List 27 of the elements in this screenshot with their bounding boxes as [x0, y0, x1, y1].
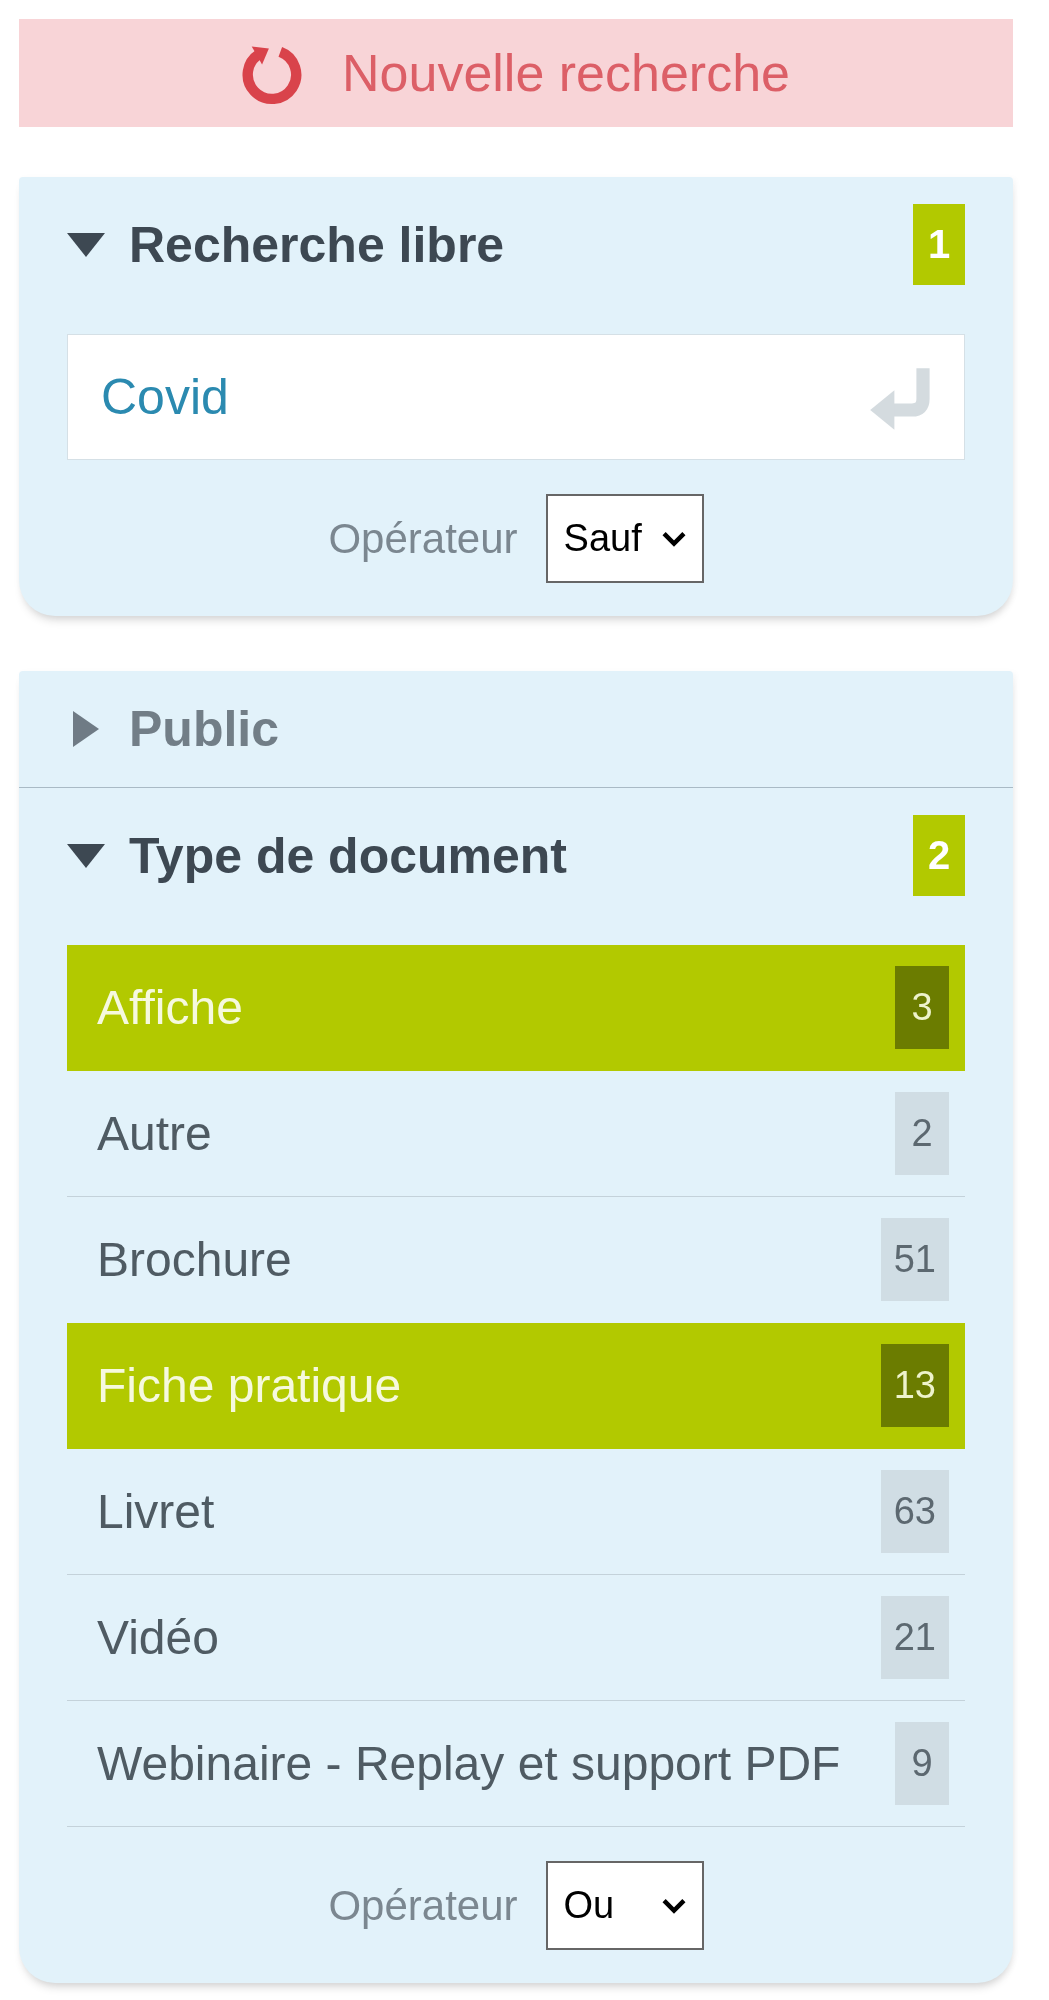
filter-option[interactable]: Livret 63 — [67, 1449, 965, 1575]
triangle-right-icon[interactable] — [73, 711, 99, 747]
count-badge: 2 — [913, 815, 965, 896]
triangle-down-icon[interactable] — [67, 232, 105, 257]
option-count-badge: 9 — [895, 1722, 949, 1805]
section-title[interactable]: Recherche libre — [129, 213, 913, 276]
section-title[interactable]: Public — [129, 698, 965, 760]
operator-select[interactable]: Sauf — [545, 494, 704, 583]
filter-option[interactable]: Fiche pratique 13 — [67, 1323, 965, 1449]
triangle-down-icon[interactable] — [67, 843, 105, 868]
filter-option[interactable]: Webinaire - Replay et support PDF 9 — [67, 1701, 965, 1827]
filter-option[interactable]: Vidéo 21 — [67, 1575, 965, 1701]
option-count-badge: 63 — [880, 1470, 949, 1553]
option-count-badge: 3 — [895, 966, 949, 1049]
option-count-badge: 2 — [895, 1092, 949, 1175]
filter-option[interactable]: Affiche 3 — [67, 945, 965, 1071]
section-title[interactable]: Type de document — [129, 824, 913, 887]
option-count-badge: 13 — [880, 1344, 949, 1427]
operator-label: Opérateur — [328, 514, 518, 563]
count-badge: 1 — [913, 204, 965, 285]
search-field[interactable]: Covid — [67, 334, 965, 460]
option-count-badge: 21 — [880, 1596, 949, 1679]
operator-select[interactable]: Ou — [545, 1861, 704, 1950]
operator-label: Opérateur — [328, 1881, 518, 1930]
filter-option[interactable]: Autre 2 — [67, 1071, 965, 1197]
filter-option[interactable]: Brochure 51 — [67, 1197, 965, 1323]
option-count-badge: 51 — [880, 1218, 949, 1301]
